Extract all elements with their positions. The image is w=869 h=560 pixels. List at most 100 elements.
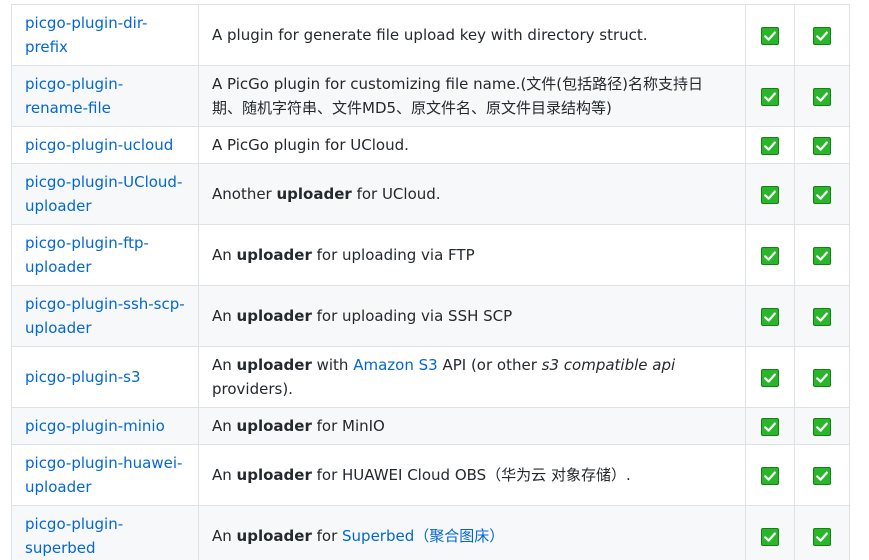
plugin-name-link[interactable]: picgo-plugin-ftp-uploader <box>25 234 149 276</box>
plugin-name-cell: picgo-plugin-s3 <box>11 346 199 408</box>
support-cell-1 <box>745 224 795 286</box>
plugin-description-cell: A PicGo plugin for customizing file name… <box>198 65 746 127</box>
check-mark-icon <box>813 307 831 326</box>
description-text: An <box>212 356 237 374</box>
check-mark-icon <box>761 26 779 45</box>
plugin-table: picgo-plugin-dir-prefix A plugin for gene… <box>11 4 850 560</box>
description-bold: uploader <box>236 307 312 325</box>
table-row: picgo-plugin-superbed An uploader for Sup… <box>11 505 850 560</box>
check-mark-icon <box>761 466 779 485</box>
check-mark-icon <box>761 87 779 106</box>
description-bold: uploader <box>236 356 312 374</box>
plugin-name-link[interactable]: picgo-plugin-minio <box>25 417 165 435</box>
description-text: A PicGo plugin for customizing file name… <box>212 75 704 117</box>
page: picgo-plugin-dir-prefix A plugin for gene… <box>0 0 869 560</box>
plugin-name-link[interactable]: picgo-plugin-s3 <box>25 368 141 386</box>
check-mark-icon <box>813 246 831 265</box>
plugin-description-cell: An uploader for uploading via FTP <box>198 224 746 286</box>
plugin-name-link[interactable]: picgo-plugin-huawei-uploader <box>25 454 182 496</box>
plugin-description-cell: An uploader for MinIO <box>198 407 746 445</box>
description-text: An <box>212 527 237 545</box>
description-text: for uploading via FTP <box>311 246 475 264</box>
plugin-name-cell: picgo-plugin-UCloud-uploader <box>11 163 199 225</box>
check-mark-icon <box>761 136 779 155</box>
description-bold: uploader <box>276 185 352 203</box>
description-text: for HUAWEI Cloud OBS（华为云 对象存储）. <box>311 466 631 484</box>
table-row: picgo-plugin-minio An uploader for MinIO <box>11 407 850 445</box>
plugin-name-cell: picgo-plugin-ftp-uploader <box>11 224 199 286</box>
plugin-description-cell: A PicGo plugin for UCloud. <box>198 126 746 164</box>
plugin-name-link[interactable]: picgo-plugin-ssh-scp-uploader <box>25 295 185 337</box>
plugin-name-cell: picgo-plugin-rename-file <box>11 65 199 127</box>
description-bold: uploader <box>236 527 312 545</box>
support-cell-1 <box>745 163 795 225</box>
support-cell-1 <box>745 65 795 127</box>
check-mark-icon <box>761 527 779 546</box>
description-text: API (or other <box>437 356 542 374</box>
support-cell-1 <box>745 407 795 445</box>
plugin-description-cell: An uploader for HUAWEI Cloud OBS（华为云 对象存… <box>198 444 746 506</box>
plugin-description-cell: An uploader for uploading via SSH SCP <box>198 285 746 347</box>
description-link[interactable]: Superbed（聚合图床） <box>342 527 504 545</box>
table-row: picgo-plugin-UCloud-uploader Another uplo… <box>11 163 850 225</box>
check-mark-icon <box>813 527 831 546</box>
support-cell-2 <box>794 163 850 225</box>
check-mark-icon <box>813 136 831 155</box>
check-mark-icon <box>761 246 779 265</box>
support-cell-2 <box>794 65 850 127</box>
plugin-name-link[interactable]: picgo-plugin-dir-prefix <box>25 14 147 56</box>
table-row: picgo-plugin-rename-file A PicGo plugin f… <box>11 65 850 127</box>
description-text: for UCloud. <box>351 185 441 203</box>
check-mark-icon <box>813 87 831 106</box>
plugin-name-link[interactable]: picgo-plugin-ucloud <box>25 136 173 154</box>
plugin-description-cell: A plugin for generate file upload key wi… <box>198 4 746 66</box>
check-mark-icon <box>761 417 779 436</box>
check-mark-icon <box>813 26 831 45</box>
support-cell-1 <box>745 505 795 560</box>
plugin-name-cell: picgo-plugin-ssh-scp-uploader <box>11 285 199 347</box>
check-mark-icon <box>813 368 831 387</box>
support-cell-2 <box>794 505 850 560</box>
description-bold: uploader <box>236 466 312 484</box>
description-text: An <box>212 466 237 484</box>
description-text: with <box>311 356 354 374</box>
check-mark-icon <box>813 185 831 204</box>
check-mark-icon <box>761 185 779 204</box>
table-row: picgo-plugin-ftp-uploader An uploader for… <box>11 224 850 286</box>
plugin-name-cell: picgo-plugin-huawei-uploader <box>11 444 199 506</box>
description-text: providers). <box>212 380 293 398</box>
check-mark-icon <box>813 466 831 485</box>
support-cell-2 <box>794 126 850 164</box>
plugin-name-link[interactable]: picgo-plugin-rename-file <box>25 75 123 117</box>
description-link[interactable]: Amazon S3 <box>353 356 437 374</box>
support-cell-2 <box>794 224 850 286</box>
description-bold: uploader <box>236 417 312 435</box>
support-cell-2 <box>794 346 850 408</box>
plugin-description-cell: Another uploader for UCloud. <box>198 163 746 225</box>
support-cell-1 <box>745 444 795 506</box>
table-row: picgo-plugin-s3 An uploader with Amazon S… <box>11 346 850 408</box>
plugin-description-cell: An uploader for Superbed（聚合图床） <box>198 505 746 560</box>
description-text: An <box>212 246 237 264</box>
check-mark-icon <box>761 368 779 387</box>
support-cell-2 <box>794 285 850 347</box>
support-cell-1 <box>745 285 795 347</box>
check-mark-icon <box>813 417 831 436</box>
plugin-name-link[interactable]: picgo-plugin-superbed <box>25 515 123 557</box>
table-row: picgo-plugin-ssh-scp-uploader An uploader… <box>11 285 850 347</box>
plugin-name-link[interactable]: picgo-plugin-UCloud-uploader <box>25 173 182 215</box>
plugin-name-cell: picgo-plugin-dir-prefix <box>11 4 199 66</box>
description-text: for <box>311 527 343 545</box>
plugin-name-cell: picgo-plugin-superbed <box>11 505 199 560</box>
support-cell-1 <box>745 346 795 408</box>
support-cell-2 <box>794 444 850 506</box>
support-cell-1 <box>745 126 795 164</box>
plugin-table-body: picgo-plugin-dir-prefix A plugin for gene… <box>11 4 850 560</box>
description-bold: uploader <box>236 246 312 264</box>
support-cell-2 <box>794 407 850 445</box>
support-cell-2 <box>794 4 850 66</box>
table-row: picgo-plugin-huawei-uploader An uploader … <box>11 444 850 506</box>
description-text: for MinIO <box>311 417 385 435</box>
description-text: A plugin for generate file upload key wi… <box>212 26 648 44</box>
plugin-name-cell: picgo-plugin-ucloud <box>11 126 199 164</box>
